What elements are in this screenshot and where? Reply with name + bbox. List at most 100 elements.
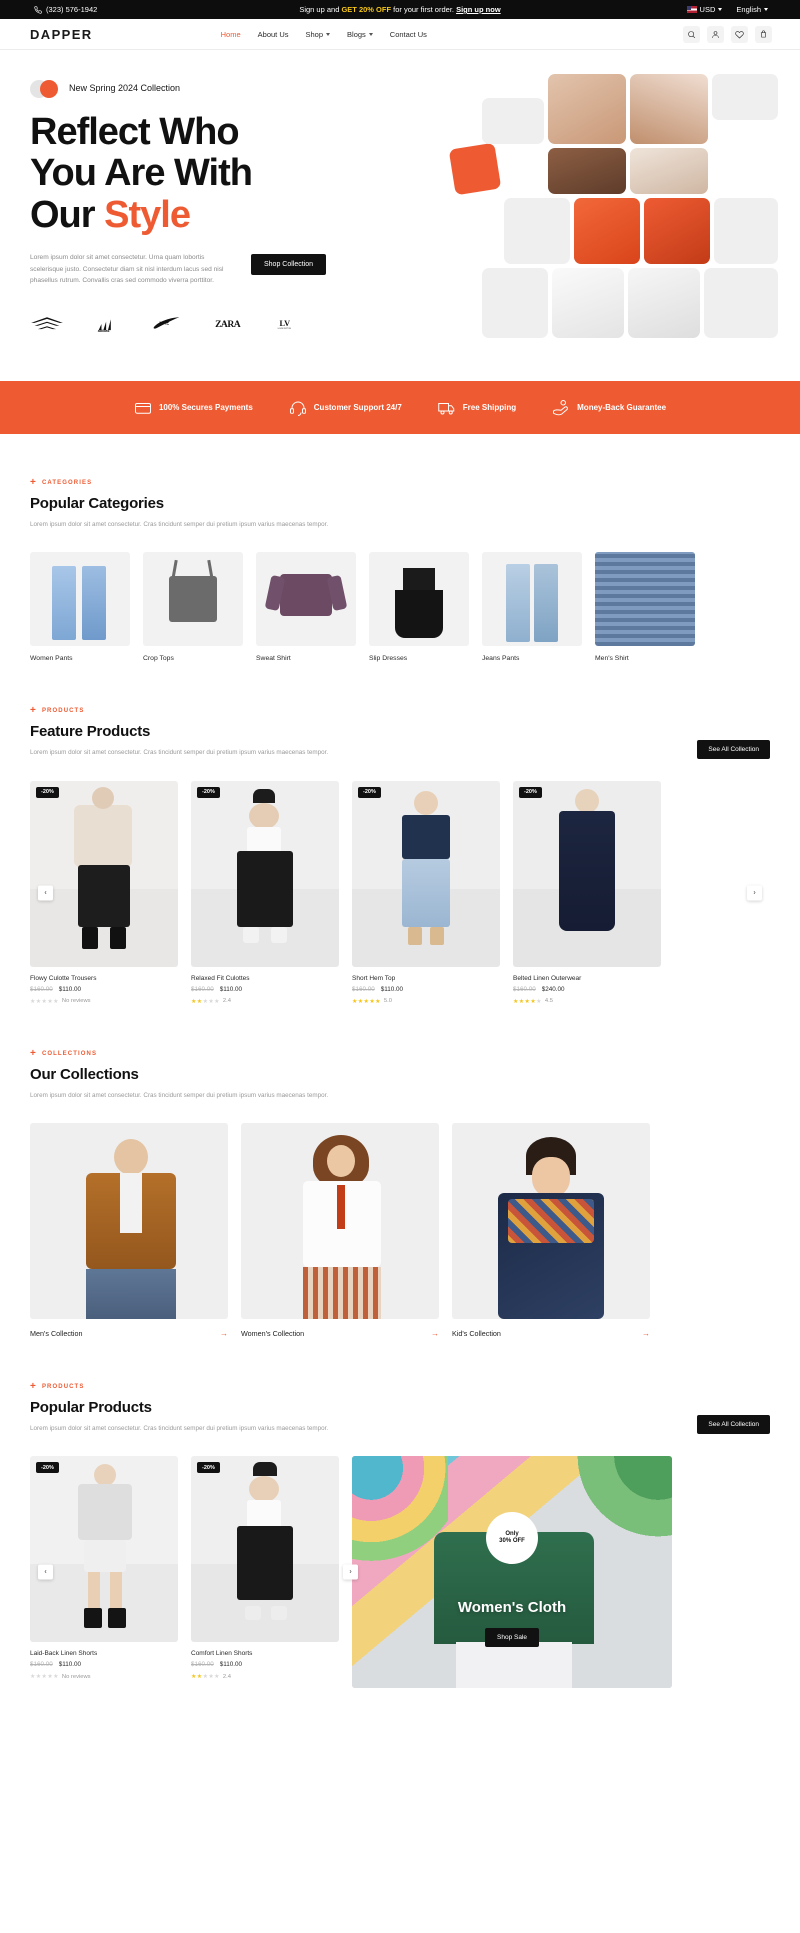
category-card[interactable]: Sweat Shirt — [256, 552, 356, 662]
promo-banner[interactable]: Only 30% OFF Women's Cloth Shop Sale — [352, 1456, 672, 1689]
nav-item-about-us[interactable]: About Us — [258, 30, 289, 39]
category-card[interactable]: Women Pants — [30, 552, 130, 662]
collection-image[interactable] — [452, 1122, 650, 1319]
collection-card: Women's Collection → — [241, 1122, 439, 1338]
popular-products-header: + PRODUCTS Popular Products Lorem ipsum … — [30, 1381, 770, 1435]
rating-label: No reviews — [61, 1673, 91, 1680]
discount-badge: -20% — [197, 786, 220, 798]
popular-products-heading-group: + PRODUCTS Popular Products Lorem ipsum … — [30, 1381, 328, 1434]
eyebrow-label: COLLECTIONS — [41, 1050, 98, 1057]
us-flag-icon — [686, 6, 697, 13]
category-card[interactable]: Men's Shirt — [595, 552, 695, 662]
product-price: $160.00 $110.00 — [191, 986, 339, 993]
product-new-price: $240.00 — [541, 985, 565, 993]
product-old-price: $160.00 — [30, 985, 53, 993]
category-card[interactable]: Crop Tops — [143, 552, 243, 662]
nav-item-shop[interactable]: Shop — [306, 30, 331, 39]
nav-item-blogs[interactable]: Blogs — [347, 30, 373, 39]
collage-tile — [482, 268, 548, 338]
popular-products-section: + PRODUCTS Popular Products Lorem ipsum … — [0, 1381, 800, 1689]
currency-selector[interactable]: USD — [686, 5, 723, 14]
category-thumbnail — [30, 552, 130, 647]
popular-products-eyebrow: + PRODUCTS — [30, 1381, 328, 1392]
popular-products-row: ‹ › -20% Laid-Back Linen Shorts $160.00 … — [30, 1456, 770, 1689]
brand-logo-armani — [30, 313, 64, 335]
feature-free-shipping: Free Shipping — [438, 399, 516, 417]
discount-badge: -20% — [36, 1462, 59, 1474]
product-name: Belted Linen Outerwear — [513, 974, 582, 982]
collection-image[interactable] — [30, 1122, 228, 1319]
rating-label: 5.0 — [383, 998, 392, 1005]
collection-footer[interactable]: Kid's Collection → — [452, 1329, 650, 1338]
product-name: Laid-Back Linen Shorts — [30, 1650, 98, 1658]
language-value: English — [736, 5, 761, 14]
svg-text:adidas: adidas — [98, 329, 110, 333]
account-icon[interactable] — [707, 25, 724, 43]
product-image[interactable]: -20% — [513, 780, 661, 967]
product-price: $160.00 $110.00 — [352, 986, 500, 993]
product-image[interactable]: -20% — [191, 780, 339, 967]
language-selector[interactable]: English — [736, 5, 768, 14]
rating-stars: ★★★★★ — [513, 998, 542, 1005]
carousel-prev-button[interactable]: ‹ — [38, 885, 53, 901]
nav-label: Blogs — [347, 29, 366, 39]
svg-text:ZARA: ZARA — [215, 319, 241, 330]
rating-label: 2.4 — [222, 998, 231, 1005]
product-image[interactable]: -20% — [352, 780, 500, 967]
hero-cta-row: Lorem ipsum dolor sit amet consectetur. … — [30, 252, 360, 287]
brand-logos: adidas NIKE ZARA LV LOUIS VUITTON — [30, 313, 360, 335]
category-thumbnail — [595, 552, 695, 647]
hero-copy: New Spring 2024 Collection Reflect Who Y… — [30, 80, 360, 335]
nav-item-contact-us[interactable]: Contact Us — [390, 30, 427, 39]
search-icon[interactable] — [683, 25, 700, 43]
carousel-next-button[interactable]: › — [343, 1564, 358, 1580]
collection-footer[interactable]: Women's Collection → — [241, 1329, 439, 1338]
category-label: Slip Dresses — [369, 655, 408, 663]
collections-title: Our Collections — [30, 1065, 139, 1083]
main-navigation: Home About Us Shop Blogs Contact Us — [221, 30, 427, 39]
hero-badge: New Spring 2024 Collection — [30, 80, 360, 98]
nav-item-home[interactable]: Home — [221, 30, 241, 39]
collection-label: Kid's Collection — [452, 1328, 501, 1338]
carousel-next-button[interactable]: › — [747, 885, 762, 901]
collections-section: + COLLECTIONS Our Collections Lorem ipsu… — [0, 1048, 800, 1338]
see-all-collection-button[interactable]: See All Collection — [697, 739, 770, 759]
feature-money-back: Money-Back Guarantee — [552, 399, 666, 417]
signup-link[interactable]: Sign up now — [456, 5, 501, 14]
categories-eyebrow: + CATEGORIES — [30, 478, 770, 488]
hero-title-line1: Reflect Who — [30, 111, 240, 153]
product-rating: ★★★★★ 2.4 — [191, 998, 339, 1005]
product-name: Comfort Linen Shorts — [191, 1650, 253, 1658]
promo-discount-badge: Only 30% OFF — [486, 1512, 538, 1565]
collage-tile — [630, 74, 708, 144]
wishlist-icon[interactable] — [731, 25, 748, 43]
collection-card: Kid's Collection → — [452, 1122, 650, 1338]
collection-footer[interactable]: Men's Collection → — [30, 1329, 228, 1338]
feature-label: 100% Secures Payments — [158, 403, 253, 412]
shop-sale-button[interactable]: Shop Sale — [485, 1628, 539, 1648]
product-image[interactable]: -20% — [30, 780, 178, 967]
collage-tile — [552, 268, 624, 338]
product-image[interactable]: -20% — [30, 1456, 178, 1643]
cart-icon[interactable] — [755, 25, 772, 43]
product-new-price: $110.00 — [380, 985, 404, 993]
product-card: -20% Short Hem Top $160.00 $110.00 ★★★★★… — [352, 780, 500, 1005]
chevron-down-icon — [368, 32, 373, 36]
nav-label: About Us — [257, 29, 289, 39]
product-card: -20% Belted Linen Outerwear $160.00 $240… — [513, 780, 661, 1005]
discount-badge: -20% — [197, 1462, 220, 1474]
collections-eyebrow: + COLLECTIONS — [30, 1048, 770, 1059]
collection-image[interactable] — [241, 1122, 439, 1319]
promo-title: Women's Cloth — [457, 1599, 567, 1617]
product-image[interactable]: -20% — [191, 1456, 339, 1643]
product-price: $160.00 $240.00 — [513, 986, 661, 993]
carousel-prev-button[interactable]: ‹ — [38, 1564, 53, 1580]
category-card[interactable]: Slip Dresses — [369, 552, 469, 662]
shop-collection-button[interactable]: Shop Collection — [251, 254, 327, 276]
category-card[interactable]: Jeans Pants — [482, 552, 582, 662]
see-all-collection-button[interactable]: See All Collection — [697, 1415, 770, 1435]
logo[interactable]: DAPPER — [30, 27, 93, 42]
dots-decoration-icon — [30, 80, 63, 98]
hero-image-collage — [448, 72, 782, 357]
collections-list: Men's Collection → Women's Collection → — [30, 1122, 770, 1338]
